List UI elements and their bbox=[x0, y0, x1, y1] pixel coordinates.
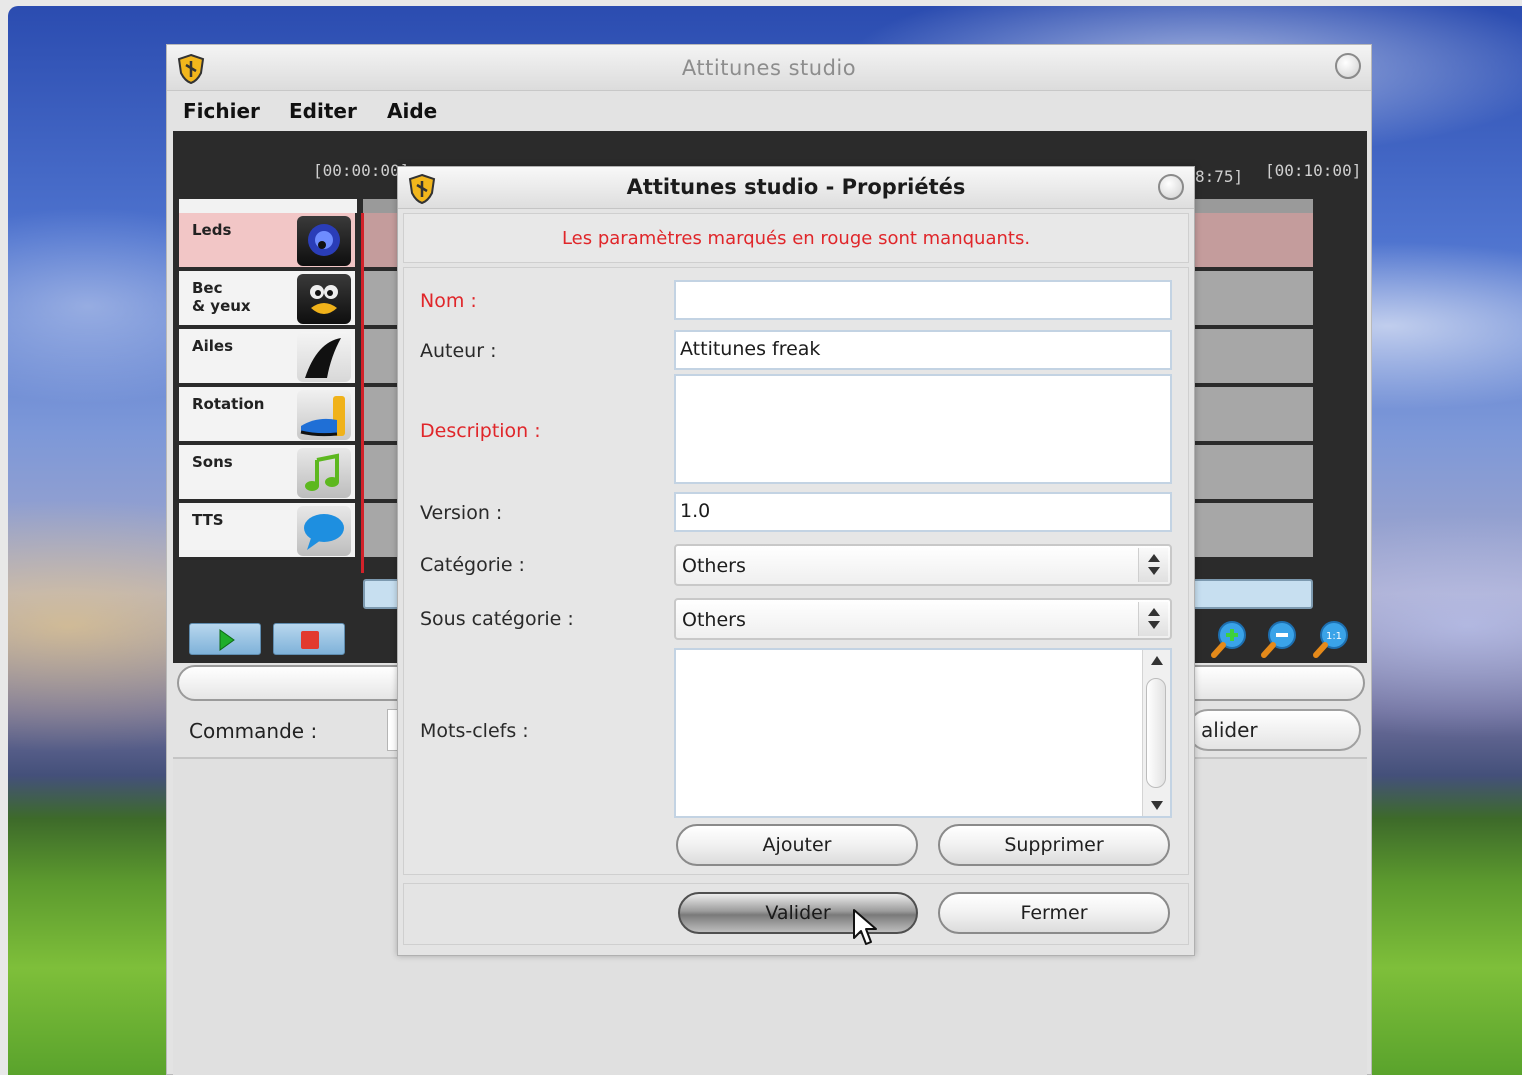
categorie-select[interactable]: Others bbox=[674, 544, 1172, 586]
nom-label: Nom : bbox=[420, 290, 477, 312]
sous-categorie-select[interactable]: Others bbox=[674, 598, 1172, 640]
track-name: Sons bbox=[192, 453, 233, 471]
command-label: Commande : bbox=[189, 719, 318, 743]
mots-clefs-label: Mots-clefs : bbox=[420, 720, 529, 742]
track-name: Leds bbox=[192, 221, 232, 239]
nom-field[interactable] bbox=[674, 280, 1172, 320]
categorie-value: Others bbox=[682, 555, 746, 577]
track-header-strip bbox=[179, 199, 357, 213]
menubar: Fichier Editer Aide bbox=[167, 91, 1371, 129]
missing-fields-warning: Les paramètres marqués en rouge sont man… bbox=[561, 228, 1031, 249]
track-name: Rotation bbox=[192, 395, 265, 413]
rotation-icon bbox=[297, 390, 351, 440]
close-icon[interactable] bbox=[1335, 53, 1361, 79]
track-label-rotation[interactable]: Rotation bbox=[179, 387, 355, 443]
track-label-tts[interactable]: TTS bbox=[179, 503, 355, 559]
remove-keyword-button[interactable]: Supprimer bbox=[938, 824, 1170, 866]
version-field[interactable]: 1.0 bbox=[674, 492, 1172, 532]
keywords-scrollbar[interactable] bbox=[1142, 650, 1170, 816]
scroll-down-icon[interactable] bbox=[1151, 801, 1163, 810]
zoom-in-icon[interactable] bbox=[1209, 619, 1249, 659]
properties-dialog: Attitunes studio - Propriétés Les paramè… bbox=[397, 166, 1195, 956]
music-note-icon bbox=[297, 448, 351, 498]
track-name: Bec & yeux bbox=[192, 279, 251, 315]
speech-bubble-icon bbox=[297, 506, 351, 556]
track-label-bec-yeux[interactable]: Bec & yeux bbox=[179, 271, 355, 327]
zoom-reset-icon[interactable]: 1:1 bbox=[1311, 619, 1351, 659]
track-name: Ailes bbox=[192, 337, 233, 355]
dialog-titlebar[interactable]: Attitunes studio - Propriétés bbox=[398, 167, 1194, 209]
zoom-out-icon[interactable] bbox=[1259, 619, 1299, 659]
dialog-button-panel: Valider Fermer bbox=[403, 883, 1189, 945]
sous-categorie-value: Others bbox=[682, 609, 746, 631]
menu-editer[interactable]: Editer bbox=[289, 99, 357, 123]
categorie-label: Catégorie : bbox=[420, 554, 525, 576]
scroll-thumb[interactable] bbox=[1146, 678, 1166, 788]
play-icon bbox=[219, 629, 235, 651]
command-validate-button[interactable]: alider bbox=[1187, 709, 1361, 751]
menu-aide[interactable]: Aide bbox=[387, 99, 437, 123]
penguin-beak-eyes-icon bbox=[297, 274, 351, 324]
version-label: Version : bbox=[420, 502, 503, 524]
time-marker-label: 8:75] bbox=[1195, 167, 1244, 186]
mouse-pointer-icon bbox=[853, 909, 877, 945]
close-button[interactable]: Fermer bbox=[938, 892, 1170, 934]
properties-form: Nom : Auteur : Attitunes freak Descripti… bbox=[403, 267, 1189, 875]
sous-categorie-label: Sous catégorie : bbox=[420, 608, 574, 630]
menu-fichier[interactable]: Fichier bbox=[183, 99, 260, 123]
add-keyword-button[interactable]: Ajouter bbox=[676, 824, 918, 866]
auteur-label: Auteur : bbox=[420, 340, 497, 362]
auteur-field[interactable]: Attitunes freak bbox=[674, 330, 1172, 370]
time-end-label: [00:10:00] bbox=[1265, 161, 1362, 180]
track-label-ailes[interactable]: Ailes bbox=[179, 329, 355, 385]
playhead[interactable] bbox=[361, 213, 364, 573]
stop-icon bbox=[301, 631, 319, 649]
track-name: TTS bbox=[192, 511, 224, 529]
select-spinner-icon[interactable] bbox=[1138, 548, 1168, 582]
wing-icon bbox=[297, 332, 351, 382]
warning-panel: Les paramètres marqués en rouge sont man… bbox=[403, 213, 1189, 263]
track-label-leds[interactable]: Leds bbox=[179, 213, 355, 269]
main-titlebar[interactable]: Attitunes studio bbox=[167, 45, 1371, 91]
stop-button[interactable] bbox=[273, 623, 345, 655]
time-start-label: [00:00:00] bbox=[313, 161, 410, 180]
validate-button[interactable]: Valider bbox=[678, 892, 918, 934]
track-label-sons[interactable]: Sons bbox=[179, 445, 355, 501]
close-icon[interactable] bbox=[1158, 174, 1184, 200]
play-button[interactable] bbox=[189, 623, 261, 655]
window-title: Attitunes studio bbox=[681, 56, 857, 80]
leds-icon bbox=[297, 216, 351, 266]
description-label: Description : bbox=[420, 420, 541, 442]
scroll-up-icon[interactable] bbox=[1151, 656, 1163, 665]
keywords-list[interactable] bbox=[674, 648, 1172, 818]
zoom-reset-label: 1:1 bbox=[1326, 631, 1342, 642]
dialog-title: Attitunes studio - Propriétés bbox=[626, 175, 966, 199]
description-field[interactable] bbox=[674, 374, 1172, 484]
select-spinner-icon[interactable] bbox=[1138, 602, 1168, 636]
